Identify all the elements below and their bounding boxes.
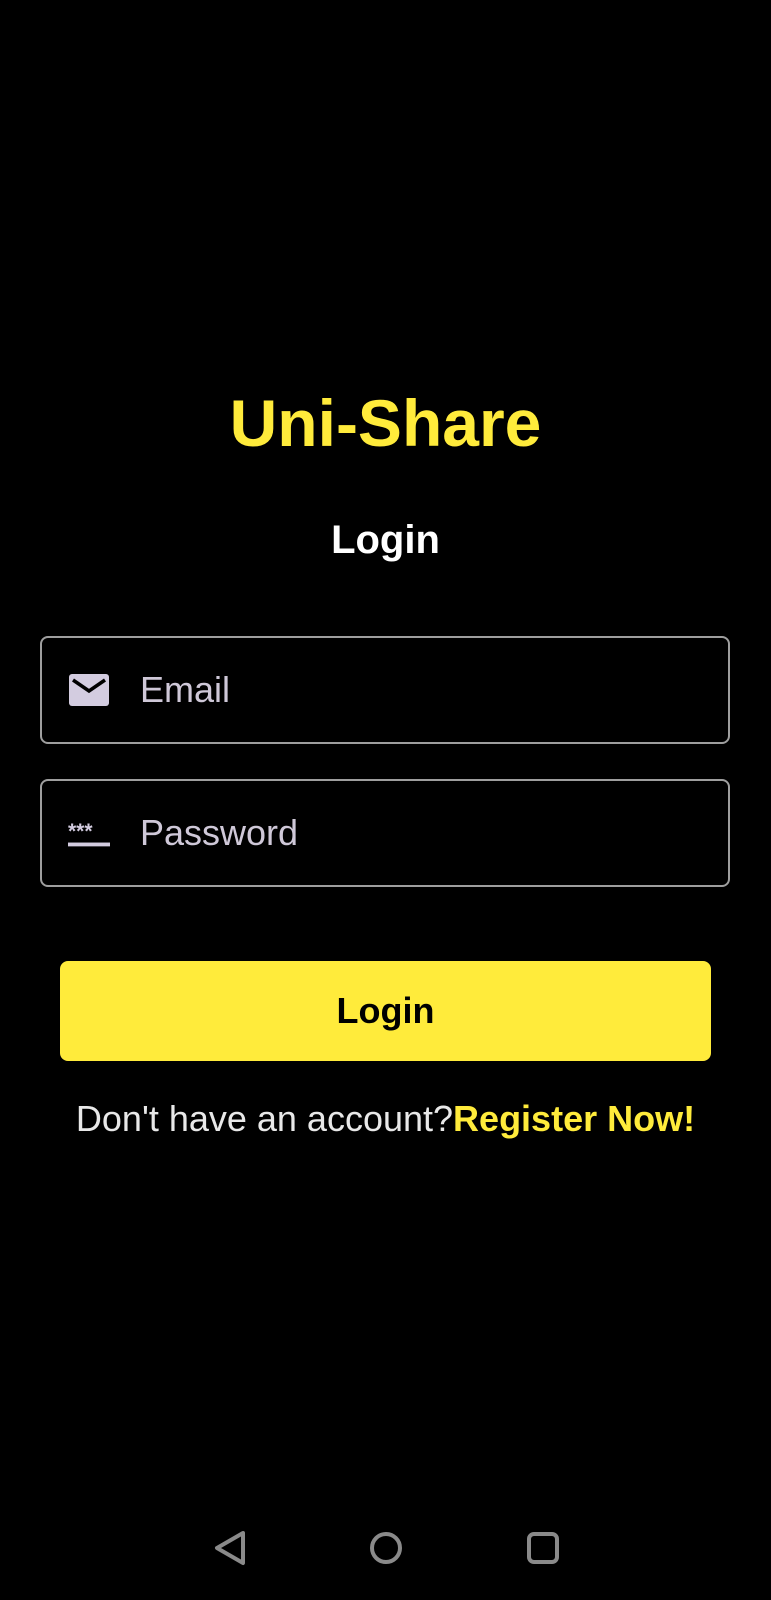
svg-text:***: *** bbox=[68, 820, 93, 843]
login-button[interactable]: Login bbox=[60, 961, 711, 1061]
home-icon[interactable] bbox=[368, 1530, 404, 1571]
back-icon[interactable] bbox=[213, 1530, 247, 1571]
password-field[interactable]: *** bbox=[40, 779, 730, 887]
system-nav-bar bbox=[0, 1530, 771, 1574]
app-title: Uni-Share bbox=[229, 386, 542, 460]
recents-icon[interactable] bbox=[525, 1530, 561, 1571]
register-row: Don't have an account?Register Now! bbox=[0, 1098, 771, 1140]
page-title: Login bbox=[331, 518, 440, 562]
email-icon bbox=[68, 673, 110, 707]
email-field[interactable] bbox=[40, 636, 730, 744]
email-input[interactable] bbox=[138, 668, 728, 712]
password-icon: *** bbox=[68, 818, 110, 848]
register-link[interactable]: Register Now! bbox=[453, 1098, 695, 1139]
register-prompt: Don't have an account? bbox=[75, 1098, 454, 1139]
password-input[interactable] bbox=[138, 811, 728, 855]
